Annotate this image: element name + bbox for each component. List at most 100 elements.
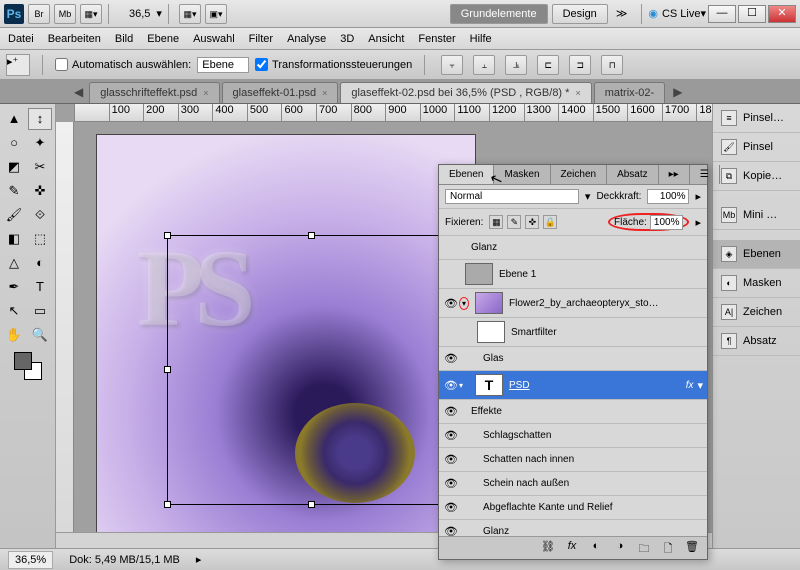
delete-layer-icon[interactable]: 🗑 bbox=[683, 540, 701, 556]
menu-ansicht[interactable]: Ansicht bbox=[368, 33, 404, 45]
menu-fenster[interactable]: Fenster bbox=[418, 33, 455, 45]
doc-tab-active[interactable]: glaseffekt-02.psd bei 36,5% (PSD , RGB/8… bbox=[340, 82, 591, 103]
visibility-toggle-icon[interactable]: 👁 bbox=[443, 525, 459, 536]
layer-name[interactable]: Schatten nach innen bbox=[483, 454, 703, 465]
dock-item[interactable]: 🖌Pinsel bbox=[713, 133, 800, 162]
zoom-field[interactable]: 36,5 bbox=[123, 6, 156, 22]
menu-datei[interactable]: Datei bbox=[8, 33, 34, 45]
arrange-button[interactable]: ▦▾ bbox=[179, 4, 201, 24]
tool-button[interactable]: ⟐ bbox=[28, 204, 52, 226]
link-layers-icon[interactable]: ⛓ bbox=[539, 540, 557, 556]
menu-auswahl[interactable]: Auswahl bbox=[193, 33, 235, 45]
dock-item[interactable]: ◐Masken bbox=[713, 269, 800, 298]
dock-item[interactable]: ◈Ebenen bbox=[713, 240, 800, 269]
visibility-toggle-icon[interactable]: 👁 bbox=[443, 352, 459, 365]
maximize-button[interactable]: ☐ bbox=[738, 5, 766, 23]
close-icon[interactable]: × bbox=[203, 88, 208, 98]
panel-collapse-button[interactable]: ▸▸ bbox=[659, 165, 690, 184]
menu-bearbeiten[interactable]: Bearbeiten bbox=[48, 33, 101, 45]
tool-button[interactable]: ✂ bbox=[28, 156, 52, 178]
workspace-design-button[interactable]: Design bbox=[552, 4, 608, 24]
transform-handle[interactable] bbox=[164, 232, 171, 239]
tab-absatz[interactable]: Absatz bbox=[607, 165, 659, 184]
minimize-button[interactable]: — bbox=[708, 5, 736, 23]
doc-tab[interactable]: glasschrifteffekt.psd× bbox=[89, 82, 219, 103]
dock-item[interactable]: ≡Pinsel… bbox=[713, 104, 800, 133]
close-icon[interactable]: × bbox=[322, 88, 327, 98]
panel-menu-button[interactable]: ☰ bbox=[690, 165, 720, 184]
menu-filter[interactable]: Filter bbox=[249, 33, 273, 45]
tool-button[interactable]: 🔍 bbox=[28, 324, 52, 346]
align-button-4[interactable]: ⊏ bbox=[537, 55, 559, 75]
menu-3d[interactable]: 3D bbox=[340, 33, 354, 45]
color-swatch[interactable] bbox=[14, 352, 42, 380]
layer-name[interactable]: Glanz bbox=[483, 526, 703, 536]
tool-button[interactable]: ▭ bbox=[28, 300, 52, 322]
ruler-vertical[interactable] bbox=[56, 122, 74, 548]
menu-bild[interactable]: Bild bbox=[115, 33, 133, 45]
opacity-input[interactable]: 100% bbox=[647, 189, 689, 204]
layer-row[interactable]: 👁▾Flower2_by_archaeopteryx_sto… bbox=[439, 289, 707, 318]
layer-row[interactable]: 👁▾TPSDfx▾ bbox=[439, 371, 707, 400]
align-button-6[interactable]: ⊓ bbox=[601, 55, 623, 75]
transform-handle[interactable] bbox=[308, 232, 315, 239]
visibility-toggle-icon[interactable]: 👁 bbox=[443, 379, 459, 392]
adjustment-layer-icon[interactable]: ◑ bbox=[611, 540, 629, 556]
tool-button[interactable]: ▲ bbox=[2, 108, 26, 130]
dock-item[interactable]: MbMini … bbox=[713, 201, 800, 230]
current-tool-icon[interactable]: ▸⁺ bbox=[6, 54, 30, 76]
visibility-toggle-icon[interactable]: 👁 bbox=[443, 297, 459, 310]
layer-name[interactable]: Abgeflachte Kante und Relief bbox=[483, 502, 703, 513]
layer-thumbnail[interactable] bbox=[465, 263, 493, 285]
menu-ebene[interactable]: Ebene bbox=[147, 33, 179, 45]
layer-row[interactable]: 👁Effekte bbox=[439, 400, 707, 424]
tool-button[interactable]: 🖌 bbox=[2, 204, 26, 226]
visibility-toggle-icon[interactable]: 👁 bbox=[443, 501, 459, 514]
foreground-color[interactable] bbox=[14, 352, 32, 370]
visibility-toggle-icon[interactable]: 👁 bbox=[443, 429, 459, 442]
auto-select-checkbox[interactable]: Automatisch auswählen: bbox=[55, 58, 191, 71]
twirl-icon[interactable]: ▾ bbox=[459, 381, 469, 390]
layer-name[interactable]: Glas bbox=[483, 353, 703, 364]
layer-group-icon[interactable]: 🗀 bbox=[635, 540, 653, 556]
dock-item[interactable]: ⧉Kopie… bbox=[713, 162, 800, 191]
layer-row[interactable]: Glanz bbox=[439, 236, 707, 260]
layer-thumbnail[interactable] bbox=[477, 321, 505, 343]
dock-item[interactable]: ¶Absatz bbox=[713, 327, 800, 356]
screen-mode-button[interactable]: ▣▾ bbox=[205, 4, 227, 24]
layer-name[interactable]: PSD bbox=[509, 380, 686, 391]
fill-input[interactable]: 100% bbox=[650, 215, 684, 230]
layer-name[interactable]: Smartfilter bbox=[511, 327, 703, 338]
bridge-button[interactable]: Br bbox=[28, 4, 50, 24]
auto-select-target-select[interactable]: Ebene bbox=[197, 57, 249, 73]
transform-handle[interactable] bbox=[164, 366, 171, 373]
layer-row[interactable]: 👁 Glanz bbox=[439, 520, 707, 536]
layer-name[interactable]: Schlagschatten bbox=[483, 430, 703, 441]
layer-row[interactable]: 👁Schein nach außen bbox=[439, 472, 707, 496]
tool-button[interactable]: ◩ bbox=[2, 156, 26, 178]
layer-row[interactable]: Ebene 1 bbox=[439, 260, 707, 289]
cslive-button[interactable]: CS Live bbox=[662, 8, 701, 20]
tool-button[interactable]: T bbox=[28, 276, 52, 298]
tool-button[interactable]: ✒ bbox=[2, 276, 26, 298]
close-button[interactable]: ✕ bbox=[768, 5, 796, 23]
dock-item[interactable]: A|Zeichen bbox=[713, 298, 800, 327]
workspace-grundelemente-button[interactable]: Grundelemente bbox=[450, 4, 548, 24]
close-icon[interactable]: × bbox=[575, 88, 580, 98]
tool-button[interactable]: ✋ bbox=[2, 324, 26, 346]
align-button-3[interactable]: ⫡ bbox=[505, 55, 527, 75]
align-button-1[interactable]: ⫟ bbox=[441, 55, 463, 75]
view-extras-button[interactable]: ▦▾ bbox=[80, 4, 102, 24]
layer-name[interactable]: Flower2_by_archaeopteryx_sto… bbox=[509, 298, 703, 309]
layer-row[interactable]: 👁 Abgeflachte Kante und Relief bbox=[439, 496, 707, 520]
layer-row[interactable]: 👁 Glas bbox=[439, 347, 707, 371]
tool-button[interactable]: ✎ bbox=[2, 180, 26, 202]
layer-name[interactable]: Glanz bbox=[471, 242, 703, 253]
layer-thumbnail[interactable] bbox=[475, 292, 503, 314]
visibility-toggle-icon[interactable]: 👁 bbox=[443, 453, 459, 466]
align-button-5[interactable]: ⊐ bbox=[569, 55, 591, 75]
tool-button[interactable]: ✜ bbox=[28, 180, 52, 202]
visibility-toggle-icon[interactable]: 👁 bbox=[443, 405, 459, 418]
layer-mask-icon[interactable]: ◐ bbox=[587, 540, 605, 556]
tool-button[interactable]: ◧ bbox=[2, 228, 26, 250]
